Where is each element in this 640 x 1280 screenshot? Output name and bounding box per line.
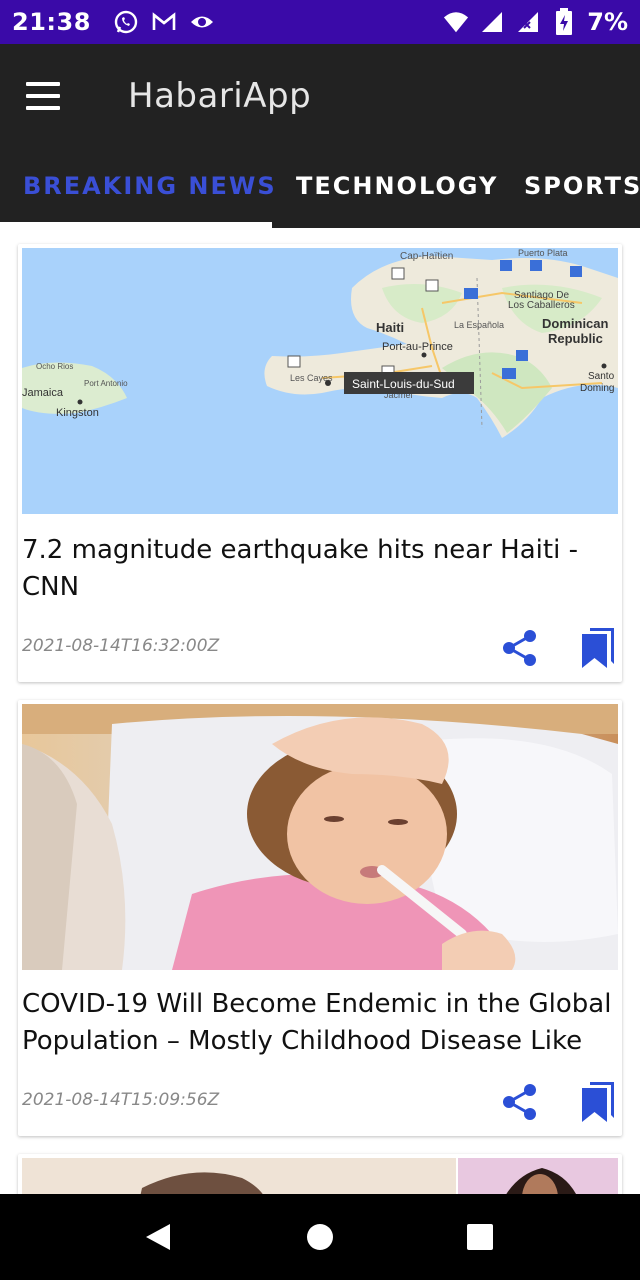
whatsapp-icon <box>113 9 139 35</box>
recents-icon[interactable] <box>463 1220 497 1254</box>
home-icon[interactable] <box>303 1220 337 1254</box>
tab-sports[interactable]: SPORTS <box>524 154 640 200</box>
gmail-icon <box>151 9 177 35</box>
map-label: Santo <box>588 371 615 382</box>
news-title[interactable]: 7.2 magnitude earthquake hits near Haiti… <box>22 532 620 606</box>
news-list[interactable]: Cap-Haïtien Puerto Plata Santiago De Los… <box>0 228 640 1194</box>
map-label: Ocho Rios <box>36 362 73 371</box>
map-label: Haiti <box>376 320 404 335</box>
news-date: 2021-08-14T16:32:00Z <box>22 636 220 656</box>
news-card[interactable] <box>18 1154 622 1194</box>
share-icon[interactable] <box>500 1082 540 1122</box>
bookmark-icon[interactable] <box>578 1080 618 1124</box>
news-image-sick-child[interactable] <box>22 704 618 970</box>
map-label: Dominican <box>542 316 609 331</box>
map-label: Port Antonio <box>84 379 128 388</box>
eye-icon <box>189 9 215 35</box>
wifi-icon <box>443 9 469 35</box>
news-image[interactable] <box>22 1158 618 1194</box>
tab-bar: BREAKING NEWS TECHNOLOGY SPORTS <box>0 154 640 228</box>
navigation-bar <box>0 1194 640 1280</box>
back-icon[interactable] <box>142 1220 176 1254</box>
news-date: 2021-08-14T15:09:56Z <box>22 1090 220 1110</box>
map-tooltip: Saint-Louis-du-Sud <box>352 377 455 391</box>
tab-breaking-news[interactable]: BREAKING NEWS <box>23 154 277 200</box>
news-card[interactable]: Cap-Haïtien Puerto Plata Santiago De Los… <box>18 244 622 682</box>
bookmark-icon[interactable] <box>578 626 618 670</box>
news-title[interactable]: COVID-19 Will Become Endemic in the Glob… <box>22 986 620 1060</box>
map-label: Jamaica <box>22 387 64 399</box>
map-label: Cap-Haïtien <box>400 251 453 262</box>
map-label: Puerto Plata <box>518 248 568 258</box>
status-time: 21:38 <box>12 8 91 36</box>
signal-icon <box>479 9 505 35</box>
map-label: La Española <box>454 320 504 330</box>
news-image-map[interactable]: Cap-Haïtien Puerto Plata Santiago De Los… <box>22 248 618 514</box>
map-label: Kingston <box>56 407 99 419</box>
battery-percent: 7% <box>587 8 628 36</box>
tab-technology[interactable]: TECHNOLOGY <box>296 154 498 200</box>
app-bar: HabariApp BREAKING NEWS TECHNOLOGY SPORT… <box>0 44 640 228</box>
battery-charging-icon <box>551 8 577 35</box>
map-label: Port-au-Prince <box>382 341 453 353</box>
map-label: Doming <box>580 383 614 394</box>
share-icon[interactable] <box>500 628 540 668</box>
map-label: Republic <box>548 331 603 346</box>
hamburger-menu-icon[interactable] <box>26 74 74 118</box>
signal-x-icon <box>515 9 541 35</box>
map-label: Los Caballeros <box>508 300 575 311</box>
news-card[interactable]: COVID-19 Will Become Endemic in the Glob… <box>18 700 622 1136</box>
app-title: HabariApp <box>128 76 312 116</box>
status-bar: 21:38 7% <box>0 0 640 44</box>
